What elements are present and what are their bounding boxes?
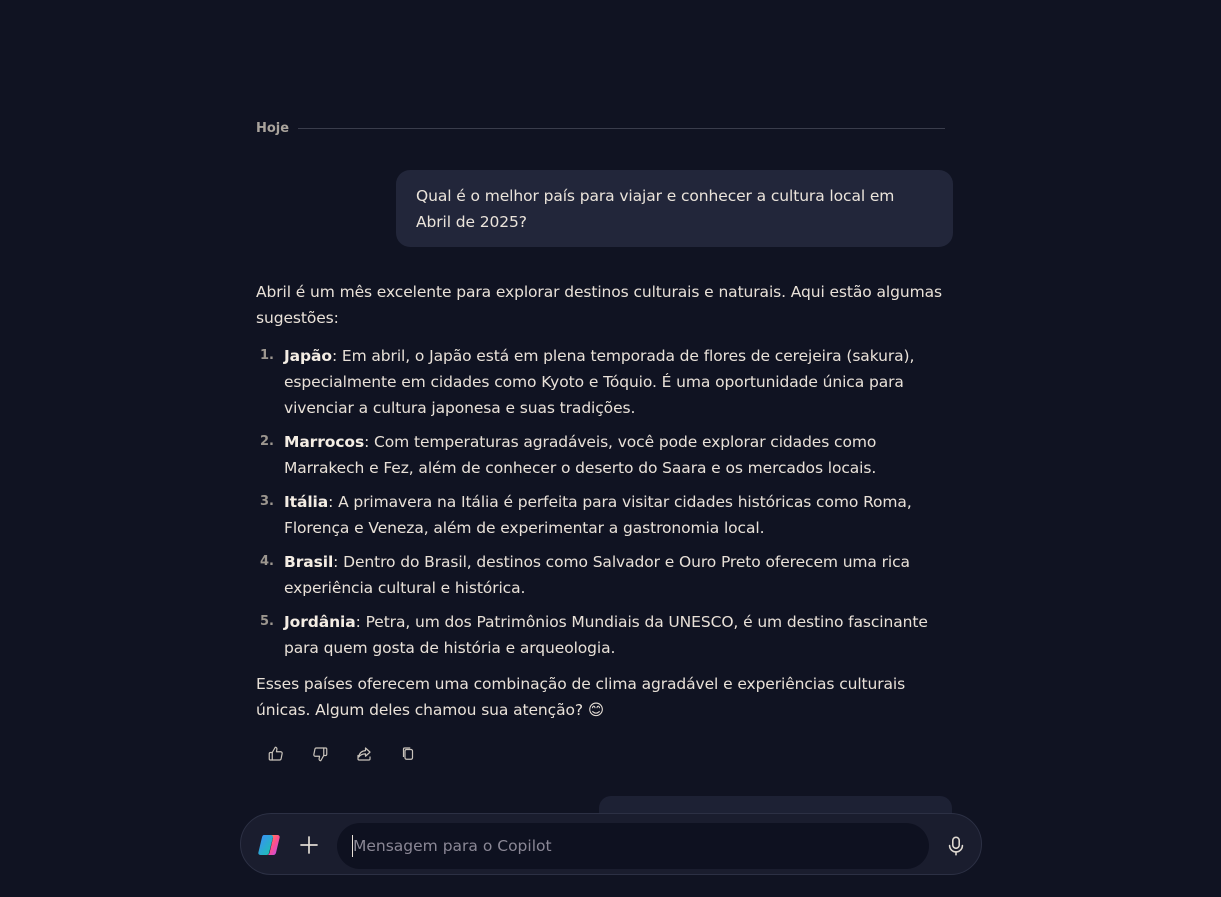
list-number: 1. <box>260 348 274 363</box>
plus-icon <box>300 836 318 854</box>
user-message: Qual é o melhor país para viajar e conhe… <box>396 170 953 247</box>
list-item: 4. Brasil: Dentro do Brasil, destinos co… <box>256 549 952 601</box>
message-input-wrapper <box>337 823 929 869</box>
text-caret <box>352 835 353 857</box>
list-item: 3. Itália: A primavera na Itália é perfe… <box>256 489 952 541</box>
list-item-text: : Com temperaturas agradáveis, você pode… <box>284 433 877 477</box>
list-number: 3. <box>260 494 274 509</box>
list-item: 5. Jordânia: Petra, um dos Patrimônios M… <box>256 609 952 661</box>
dislike-button[interactable] <box>308 740 332 768</box>
message-actions <box>264 740 420 768</box>
list-item-text: : A primavera na Itália é perfeita para … <box>284 493 912 537</box>
country-name: Brasil <box>284 553 334 571</box>
list-number: 5. <box>260 614 274 629</box>
list-item-text: : Petra, um dos Patrimônios Mundiais da … <box>284 613 928 657</box>
country-name: Itália <box>284 493 329 511</box>
thumbs-up-icon <box>268 746 283 761</box>
share-icon <box>357 747 371 761</box>
divider-line <box>298 127 945 129</box>
date-label: Hoje <box>256 120 290 136</box>
microphone-icon <box>948 836 964 856</box>
suggestion-list: 1. Japão: Em abril, o Japão está em plen… <box>256 343 952 661</box>
list-number: 2. <box>260 434 274 449</box>
answer-intro: Abril é um mês excelente para explorar d… <box>256 283 942 327</box>
copy-button[interactable] <box>396 740 420 768</box>
message-input[interactable] <box>337 823 929 869</box>
list-item: 2. Marrocos: Com temperaturas agradáveis… <box>256 429 952 481</box>
message-composer <box>240 813 982 875</box>
copilot-logo-icon[interactable] <box>256 832 282 858</box>
country-name: Jordânia <box>284 613 356 631</box>
list-item-text: : Em abril, o Japão está em plena tempor… <box>284 347 915 417</box>
list-item-text: : Dentro do Brasil, destinos como Salvad… <box>284 553 910 597</box>
list-number: 4. <box>260 554 274 569</box>
thumbs-down-icon <box>313 747 328 762</box>
assistant-message: Abril é um mês excelente para explorar d… <box>256 279 952 723</box>
share-button[interactable] <box>352 740 376 768</box>
country-name: Marrocos <box>284 433 365 451</box>
add-attachment-button[interactable] <box>296 832 322 858</box>
copy-icon <box>402 747 414 760</box>
copilot-chat-page: Hoje Qual é o melhor país para viajar e … <box>0 0 1221 897</box>
answer-outro: Esses países oferecem uma combinação de … <box>256 675 906 719</box>
voice-input-button[interactable] <box>942 832 970 860</box>
list-item: 1. Japão: Em abril, o Japão está em plen… <box>256 343 952 421</box>
country-name: Japão <box>284 347 332 365</box>
like-button[interactable] <box>264 740 288 768</box>
date-divider: Hoje <box>256 119 945 137</box>
